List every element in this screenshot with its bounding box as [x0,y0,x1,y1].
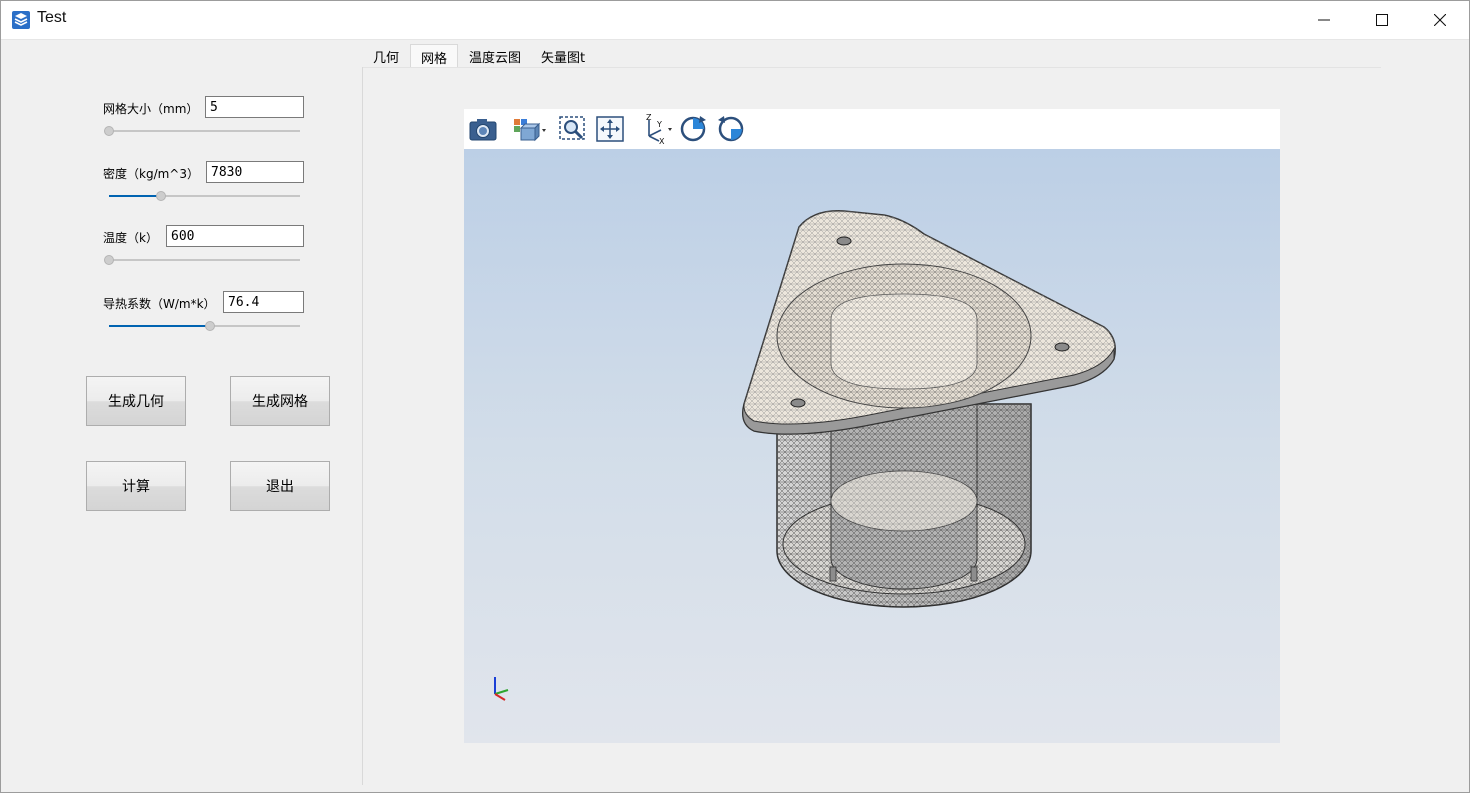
exit-button[interactable]: 退出 [230,461,330,511]
parameter-panel: 网格大小（mm） 密度（kg/m^3） 温度（k） 导热系数（W/m*k） [1,40,362,792]
conductivity-slider[interactable] [109,320,300,334]
axes-orientation-button[interactable]: Z Y X [639,114,675,144]
temperature-label: 温度（k） [103,231,158,245]
compute-button[interactable]: 计算 [86,461,186,511]
temperature-input[interactable] [166,225,304,247]
app-window: Test 网格大小（mm） 密度（kg/m^3） 温度（k） [0,0,1470,793]
slider-thumb[interactable] [104,255,114,265]
slider-track [109,259,300,261]
svg-text:X: X [659,137,665,144]
slider-fill [109,195,161,197]
conductivity-input[interactable] [223,291,304,313]
rotate-ccw-icon [718,116,744,142]
tab-bar-line [363,67,1381,68]
generate-geometry-button[interactable]: 生成几何 [86,376,186,426]
rotate-ccw-button[interactable] [715,114,747,144]
mesh-size-slider[interactable] [104,125,300,139]
camera-icon [469,119,497,141]
3d-viewer[interactable]: Z Y X [464,109,1280,743]
maximize-icon [1376,14,1388,26]
svg-text:Z: Z [646,114,652,122]
screenshot-button[interactable] [467,114,499,144]
mesh-size-input[interactable] [205,96,304,118]
tab-temperature-contour[interactable]: 温度云图 [459,44,531,68]
tab-vector-plot[interactable]: 矢量图t [531,44,595,68]
view-mode-icon [514,119,546,142]
tab-geometry[interactable]: 几何 [363,44,409,68]
slider-thumb[interactable] [205,321,216,331]
slider-track [109,130,300,132]
maximize-button[interactable] [1353,1,1411,39]
density-slider[interactable] [109,190,300,204]
close-icon [1434,14,1446,26]
slider-fill [109,325,211,327]
tab-mesh[interactable]: 网格 [410,44,459,68]
viewer-toolbar: Z Y X [464,109,1280,149]
generate-mesh-button[interactable]: 生成网格 [230,376,330,426]
slider-thumb[interactable] [104,126,114,136]
rotate-cw-icon [680,116,706,142]
close-button[interactable] [1411,1,1469,39]
fit-view-icon [596,116,624,142]
window-title: Test [37,9,67,26]
fit-view-button[interactable] [594,114,626,144]
panel-divider [362,67,363,785]
axes-orientation-icon: Z Y X [646,114,672,144]
app-icon [12,11,30,29]
rotate-cw-button[interactable] [677,114,709,144]
density-label: 密度（kg/m^3） [103,167,199,181]
view-mode-button[interactable] [510,114,550,144]
slider-thumb[interactable] [155,191,166,201]
minimize-icon [1318,19,1330,21]
mesh-size-label: 网格大小（mm） [103,102,199,116]
3d-viewport[interactable] [464,149,1280,743]
temperature-slider[interactable] [104,254,300,268]
density-input[interactable] [206,161,304,183]
conductivity-label: 导热系数（W/m*k） [103,297,216,311]
title-bar[interactable]: Test [1,1,1469,40]
zoom-box-button[interactable] [557,114,589,144]
minimize-button[interactable] [1295,1,1353,39]
meshed-part-icon [742,210,1116,608]
zoom-box-icon [559,116,585,140]
svg-text:Y: Y [656,120,662,129]
axis-triad-icon [494,677,509,701]
